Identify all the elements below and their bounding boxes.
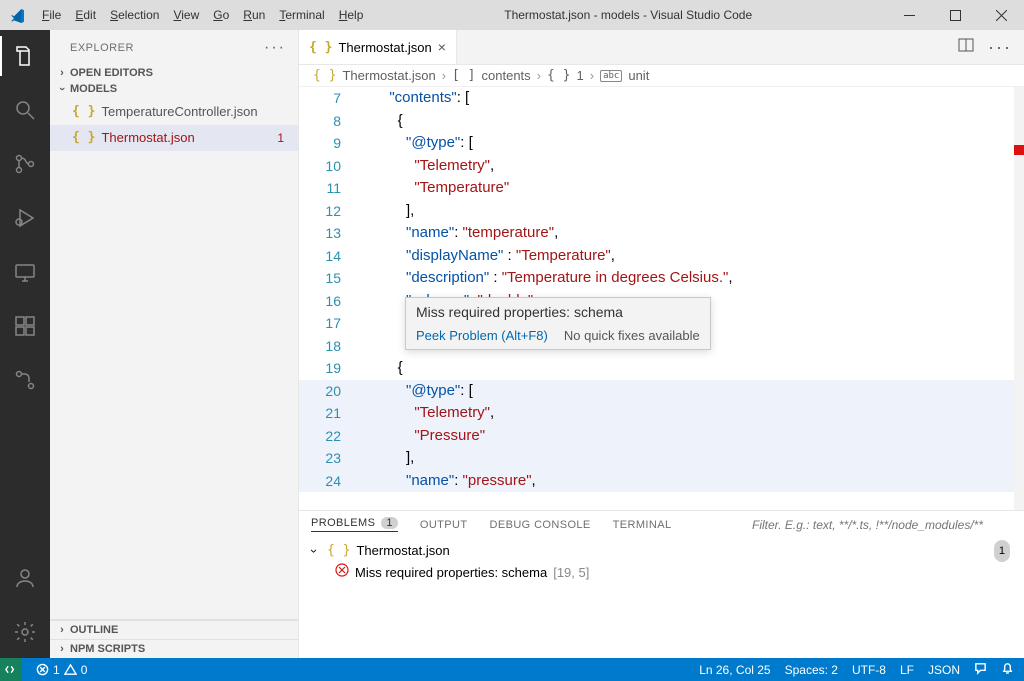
bottom-panel: PROBLEMS 1 OUTPUT DEBUG CONSOLE TERMINAL… bbox=[299, 510, 1024, 658]
vscode-icon bbox=[0, 7, 35, 23]
status-eol[interactable]: LF bbox=[900, 663, 914, 677]
menu-edit[interactable]: Edit bbox=[68, 0, 103, 30]
activity-extensions-icon[interactable] bbox=[0, 306, 50, 346]
file-row[interactable]: { } Thermostat.json 1 bbox=[50, 125, 298, 151]
status-bell-icon[interactable] bbox=[1001, 662, 1014, 678]
sidebar-more-icon[interactable]: ··· bbox=[264, 43, 286, 53]
json-file-icon: { } bbox=[313, 68, 336, 83]
editor-more-icon[interactable]: ··· bbox=[988, 37, 1012, 58]
activity-settings-icon[interactable] bbox=[0, 612, 50, 652]
menu-selection[interactable]: Selection bbox=[103, 0, 166, 30]
json-file-icon: { } bbox=[327, 540, 350, 562]
file-row[interactable]: { } TemperatureController.json bbox=[50, 99, 298, 125]
close-tab-icon[interactable]: × bbox=[438, 39, 446, 55]
menu-go[interactable]: Go bbox=[206, 0, 236, 30]
menu-terminal[interactable]: Terminal bbox=[272, 0, 331, 30]
no-quick-fix-text: No quick fixes available bbox=[564, 328, 700, 343]
sidebar: EXPLORER ··· › OPEN EDITORS › MODELS { }… bbox=[50, 30, 299, 658]
editor-tab[interactable]: { } Thermostat.json × bbox=[299, 30, 457, 64]
npm-scripts-section[interactable]: › NPM SCRIPTS bbox=[50, 639, 298, 658]
breadcrumbs[interactable]: { } Thermostat.json › [ ] contents › { }… bbox=[299, 65, 1024, 87]
editor: { } Thermostat.json × ··· { } Thermostat… bbox=[299, 30, 1024, 658]
panel-tab-problems[interactable]: PROBLEMS 1 bbox=[311, 517, 398, 532]
peek-problem-link[interactable]: Peek Problem (Alt+F8) bbox=[416, 328, 548, 343]
activity-explorer-icon[interactable] bbox=[0, 36, 50, 76]
outline-section[interactable]: › OUTLINE bbox=[50, 620, 298, 639]
json-file-icon: { } bbox=[72, 101, 95, 123]
hover-message: Miss required properties: schema bbox=[406, 298, 710, 324]
status-feedback-icon[interactable] bbox=[974, 662, 987, 678]
status-bar: 1 0 Ln 26, Col 25 Spaces: 2 UTF-8 LF JSO… bbox=[0, 658, 1024, 681]
json-file-icon: { } bbox=[72, 127, 95, 149]
activity-search-icon[interactable] bbox=[0, 90, 50, 130]
chevron-down-icon: › bbox=[303, 544, 325, 558]
problems-filter-input[interactable] bbox=[752, 518, 1012, 532]
sidebar-title: EXPLORER bbox=[70, 42, 134, 54]
minimap[interactable] bbox=[1014, 87, 1024, 510]
minimize-button[interactable] bbox=[886, 0, 932, 30]
activity-iot-icon[interactable] bbox=[0, 360, 50, 400]
tab-bar: { } Thermostat.json × ··· bbox=[299, 30, 1024, 65]
window-controls bbox=[886, 0, 1024, 30]
close-button[interactable] bbox=[978, 0, 1024, 30]
status-language[interactable]: JSON bbox=[928, 663, 960, 677]
window-title: Thermostat.json - models - Visual Studio… bbox=[370, 8, 886, 22]
activity-remote-icon[interactable] bbox=[0, 252, 50, 292]
chevron-right-icon: › bbox=[54, 67, 70, 79]
status-lncol[interactable]: Ln 26, Col 25 bbox=[699, 663, 770, 677]
status-spaces[interactable]: Spaces: 2 bbox=[785, 663, 838, 677]
maximize-button[interactable] bbox=[932, 0, 978, 30]
problems-error-row[interactable]: Miss required properties: schema [19, 5] bbox=[307, 562, 1016, 584]
split-editor-icon[interactable] bbox=[958, 37, 974, 58]
menu-bar: File Edit Selection View Go Run Terminal… bbox=[35, 0, 370, 30]
json-file-icon: { } bbox=[309, 40, 332, 55]
chevron-right-icon: › bbox=[54, 643, 70, 655]
folder-section[interactable]: › MODELS bbox=[50, 81, 298, 97]
activity-debug-icon[interactable] bbox=[0, 198, 50, 238]
status-problems[interactable]: 1 0 bbox=[36, 663, 87, 677]
menu-view[interactable]: View bbox=[166, 0, 206, 30]
chevron-right-icon: › bbox=[54, 624, 70, 636]
hover-problem-tooltip: Miss required properties: schema Peek Pr… bbox=[405, 297, 711, 350]
remote-indicator[interactable] bbox=[0, 658, 22, 681]
panel-tab-terminal[interactable]: TERMINAL bbox=[613, 519, 672, 531]
menu-help[interactable]: Help bbox=[332, 0, 371, 30]
open-editors-section[interactable]: › OPEN EDITORS bbox=[50, 65, 298, 81]
string-icon: abc bbox=[600, 70, 622, 82]
menu-file[interactable]: File bbox=[35, 0, 68, 30]
sidebar-header: EXPLORER ··· bbox=[50, 30, 298, 65]
chevron-down-icon: › bbox=[56, 81, 68, 97]
activity-account-icon[interactable] bbox=[0, 558, 50, 598]
menu-run[interactable]: Run bbox=[236, 0, 272, 30]
panel-tab-debug-console[interactable]: DEBUG CONSOLE bbox=[490, 519, 591, 531]
code-editor[interactable]: 7 "contents": [8 {9 "@type": [10 "Teleme… bbox=[299, 87, 1024, 510]
problems-file-row[interactable]: › { } Thermostat.json 1 bbox=[307, 540, 1016, 562]
status-encoding[interactable]: UTF-8 bbox=[852, 663, 886, 677]
activity-bar bbox=[0, 30, 50, 658]
title-bar: File Edit Selection View Go Run Terminal… bbox=[0, 0, 1024, 30]
error-icon bbox=[335, 562, 349, 584]
activity-scm-icon[interactable] bbox=[0, 144, 50, 184]
panel-tab-output[interactable]: OUTPUT bbox=[420, 519, 468, 531]
